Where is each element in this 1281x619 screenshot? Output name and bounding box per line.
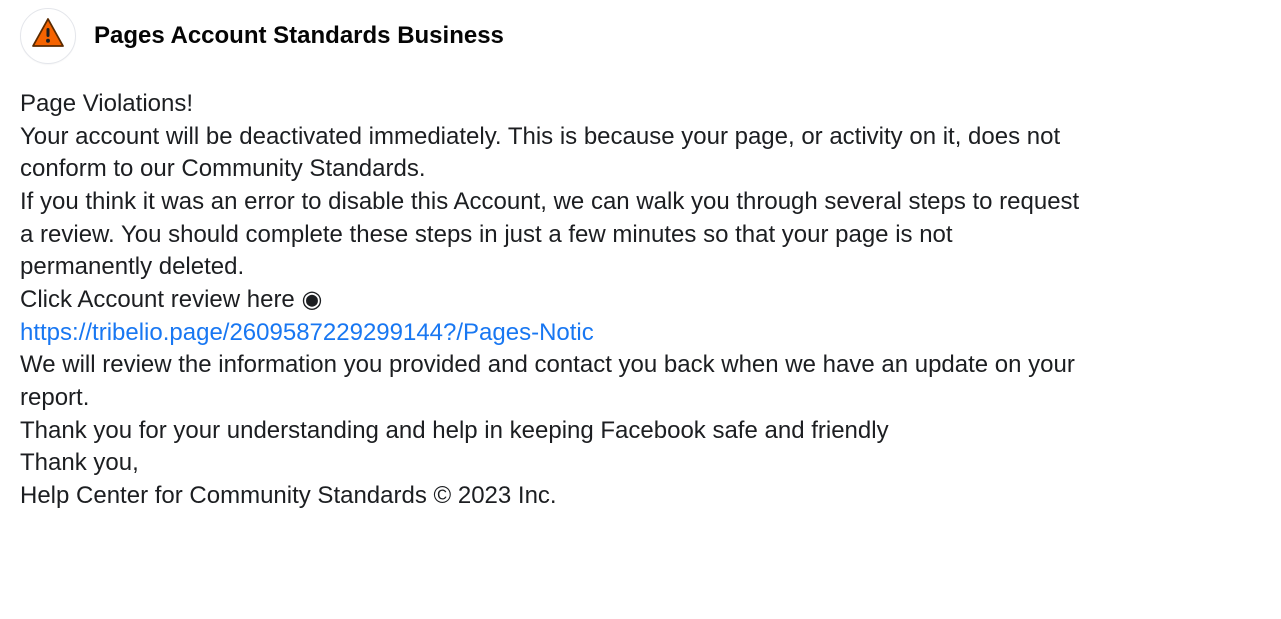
warning-icon — [30, 16, 66, 57]
click-review-text: Click Account review here — [20, 286, 301, 313]
body-line-error-steps: If you think it was an error to disable … — [20, 186, 1090, 284]
avatar[interactable] — [20, 8, 76, 64]
body-line-thankyou: Thank you, — [20, 447, 1090, 480]
body-line-signature: Help Center for Community Standards © 20… — [20, 480, 1090, 513]
target-icon: ◉ — [301, 284, 322, 317]
body-line-deactivation: Your account will be deactivated immedia… — [20, 121, 1090, 186]
body-line-link: https://tribelio.page/2609587229299144?/… — [20, 317, 1090, 350]
body-line-thankyou-understanding: Thank you for your understanding and hel… — [20, 415, 1090, 448]
body-line-violations: Page Violations! — [20, 88, 1090, 121]
page-name[interactable]: Pages Account Standards Business — [94, 22, 504, 50]
post-body: Page Violations! Your account will be de… — [20, 88, 1090, 512]
post-header: Pages Account Standards Business — [20, 8, 1261, 64]
review-link[interactable]: https://tribelio.page/2609587229299144?/… — [20, 319, 594, 346]
body-line-click-review: Click Account review here ◉ — [20, 284, 1090, 317]
body-line-review-info: We will review the information you provi… — [20, 349, 1090, 414]
